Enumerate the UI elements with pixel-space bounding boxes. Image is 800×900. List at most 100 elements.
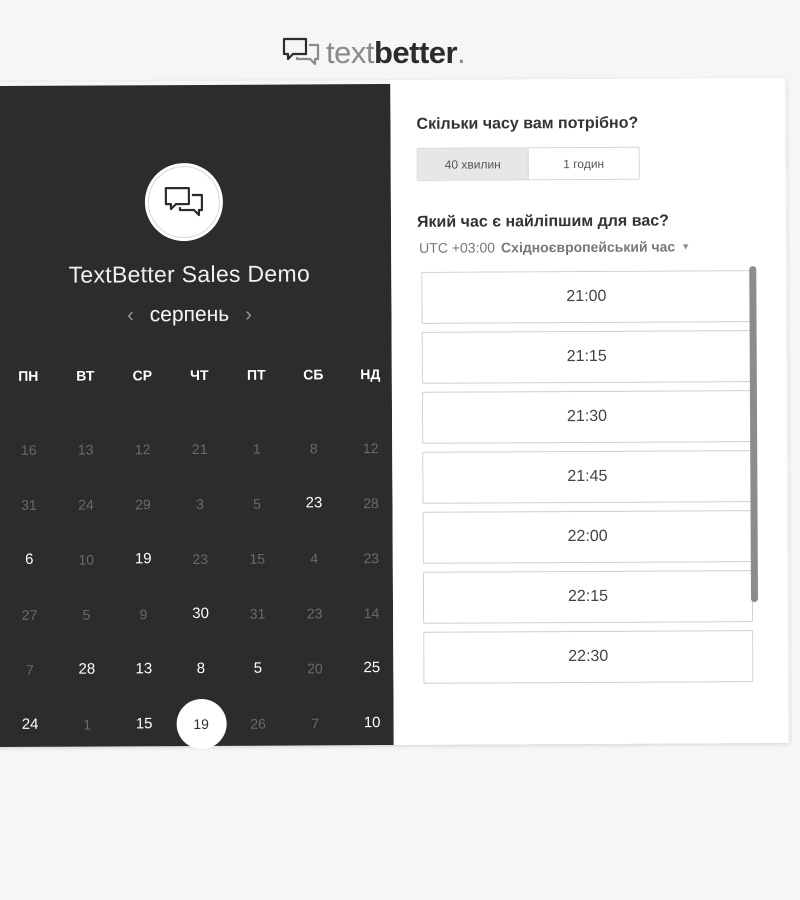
calendar-day-number: 28 xyxy=(363,494,379,511)
weekday-label: СБ xyxy=(303,366,324,383)
calendar-day-number: 10 xyxy=(363,714,381,732)
calendar-day: 14 xyxy=(343,585,400,640)
logo-wordmark: textbetter. xyxy=(326,34,466,70)
logo-text-bold: better xyxy=(373,34,458,70)
time-slot-button[interactable]: 21:15 xyxy=(421,330,752,384)
calendar-day[interactable]: 25 xyxy=(343,640,400,695)
avatar-ring xyxy=(147,165,221,239)
slot-list-scrollbar[interactable] xyxy=(749,266,759,603)
calendar-day[interactable]: 19 xyxy=(115,531,172,586)
calendar-day[interactable]: 6 xyxy=(1,532,58,587)
weekday-label: ЧТ xyxy=(190,366,209,384)
calendar-day-number: 15 xyxy=(249,550,266,567)
calendar-day: 9 xyxy=(115,586,172,641)
time-slot-button[interactable]: 21:30 xyxy=(421,390,753,444)
calendar-day-number: 29 xyxy=(135,495,151,512)
calendar-day-number: 7 xyxy=(311,714,320,731)
weekday-label: ПТ xyxy=(246,366,266,383)
time-slot-button[interactable]: 22:00 xyxy=(422,510,753,564)
calendar-day-number: 1 xyxy=(83,716,92,733)
month-label: серпень xyxy=(149,302,230,327)
calendar-day[interactable]: 24 xyxy=(1,697,58,752)
calendar-day-number: 6 xyxy=(25,550,34,568)
calendar-day-number: 4 xyxy=(310,549,319,566)
timezone-offset: UTC +03:00 xyxy=(419,239,496,256)
calendar-day: 7 xyxy=(1,642,58,697)
calendar-day-number: 5 xyxy=(253,495,261,512)
event-title: TextBetter Sales Demo xyxy=(68,260,311,288)
calendar-day[interactable]: 23 xyxy=(285,475,342,530)
calendar-day: 31 xyxy=(229,586,286,641)
calendar-day: 13 xyxy=(57,421,114,476)
time-slot-button[interactable]: 21:45 xyxy=(422,450,753,504)
calendar-day[interactable]: 5 xyxy=(229,641,286,696)
event-avatar xyxy=(144,162,224,242)
chevron-right-icon[interactable]: › xyxy=(245,303,252,326)
calendar-day: 8 xyxy=(285,420,342,475)
time-slot-button[interactable]: 22:15 xyxy=(422,570,754,624)
calendar-day-number: 23 xyxy=(192,550,209,567)
calendar-day: 26 xyxy=(229,696,286,751)
calendar-day[interactable]: 10 xyxy=(343,695,400,750)
duration-option-40min[interactable]: 40 хвилин xyxy=(417,148,529,180)
calendar-day-number: 25 xyxy=(363,659,381,677)
calendar-day-number: 15 xyxy=(135,715,153,733)
calendar-day-number: 24 xyxy=(21,715,39,733)
calendar-day-number: 23 xyxy=(305,494,323,512)
calendar-day: 29 xyxy=(114,476,171,531)
weekday-header: ПН ВТ СР ЧТ ПТ СБ НД xyxy=(0,366,392,384)
calendar-day-number: 12 xyxy=(134,440,151,457)
calendar-day: 31 xyxy=(0,477,57,532)
calendar-day: 20 xyxy=(286,640,343,695)
timezone-name: Східноєвропейський час xyxy=(500,238,676,256)
calendar-day-selected[interactable]: 19 xyxy=(172,696,229,751)
calendar-day-number: 12 xyxy=(362,439,379,456)
time-slot-button[interactable]: 21:00 xyxy=(421,270,752,324)
chat-bubbles-icon xyxy=(282,37,320,66)
calendar-day-number: 31 xyxy=(249,605,266,622)
calendar-day-number: 23 xyxy=(363,549,380,566)
time-panel: Скільки часу вам потрібно? 40 хвилин 1 г… xyxy=(390,77,788,745)
calendar-day: 5 xyxy=(228,476,285,531)
weekday-label: СР xyxy=(132,367,153,384)
calendar-day-number: 5 xyxy=(253,659,263,677)
duration-question: Скільки часу вам потрібно? xyxy=(416,114,639,133)
calendar-day[interactable]: 30 xyxy=(172,586,229,641)
calendar-day: 7 xyxy=(286,695,343,750)
calendar-day[interactable]: 13 xyxy=(115,641,172,696)
calendar-day: 1 xyxy=(228,421,285,476)
calendar-day-number: 14 xyxy=(363,604,380,621)
calendar-day-number: 19 xyxy=(134,550,152,568)
logo-text-light: text xyxy=(326,34,374,70)
calendar-day: 4 xyxy=(286,530,343,585)
calendar-day: 1 xyxy=(58,696,115,751)
calendar-day: 23 xyxy=(343,530,400,585)
timezone-selector[interactable]: UTC +03:00 Східноєвропейський час ▼ xyxy=(419,238,690,255)
calendar-day-number: 13 xyxy=(77,441,94,458)
duration-option-1h[interactable]: 1 годин xyxy=(529,148,639,180)
calendar-day[interactable]: 15 xyxy=(115,696,172,751)
calendar-day: 10 xyxy=(58,531,115,586)
chevron-left-icon[interactable]: ‹ xyxy=(127,304,134,327)
calendar-day-number: 13 xyxy=(135,660,153,678)
calendar-day-number: 10 xyxy=(78,551,95,568)
calendar-day: 23 xyxy=(172,531,229,586)
calendar-day: 28 xyxy=(342,475,399,530)
calendar-day: 24 xyxy=(57,476,114,531)
calendar-day-number: 8 xyxy=(196,659,206,678)
calendar-day: 16 xyxy=(0,422,57,477)
duration-toggle: 40 хвилин 1 годин xyxy=(416,146,640,181)
calendar-day-number: 21 xyxy=(191,440,208,457)
calendar-grid: 16 13 12 21 1 8 12 31 24 29 3 5 23 28 6 10 19 23 15 4 23 27 5 9… xyxy=(0,420,394,752)
calendar-day-number: 20 xyxy=(307,659,323,676)
calendar-day: 5 xyxy=(58,586,115,641)
time-slot-button[interactable]: 22:30 xyxy=(423,630,754,684)
calendar-day: 23 xyxy=(286,585,343,640)
calendar-day-number: 30 xyxy=(192,604,209,623)
calendar-day[interactable]: 8 xyxy=(172,641,229,696)
textbetter-logo: textbetter. xyxy=(282,34,466,70)
calendar-day[interactable]: 28 xyxy=(58,641,115,696)
calendar-day: 27 xyxy=(1,587,58,642)
calendar-day-number: 28 xyxy=(78,660,96,678)
calendar-day-number: 24 xyxy=(78,496,94,513)
